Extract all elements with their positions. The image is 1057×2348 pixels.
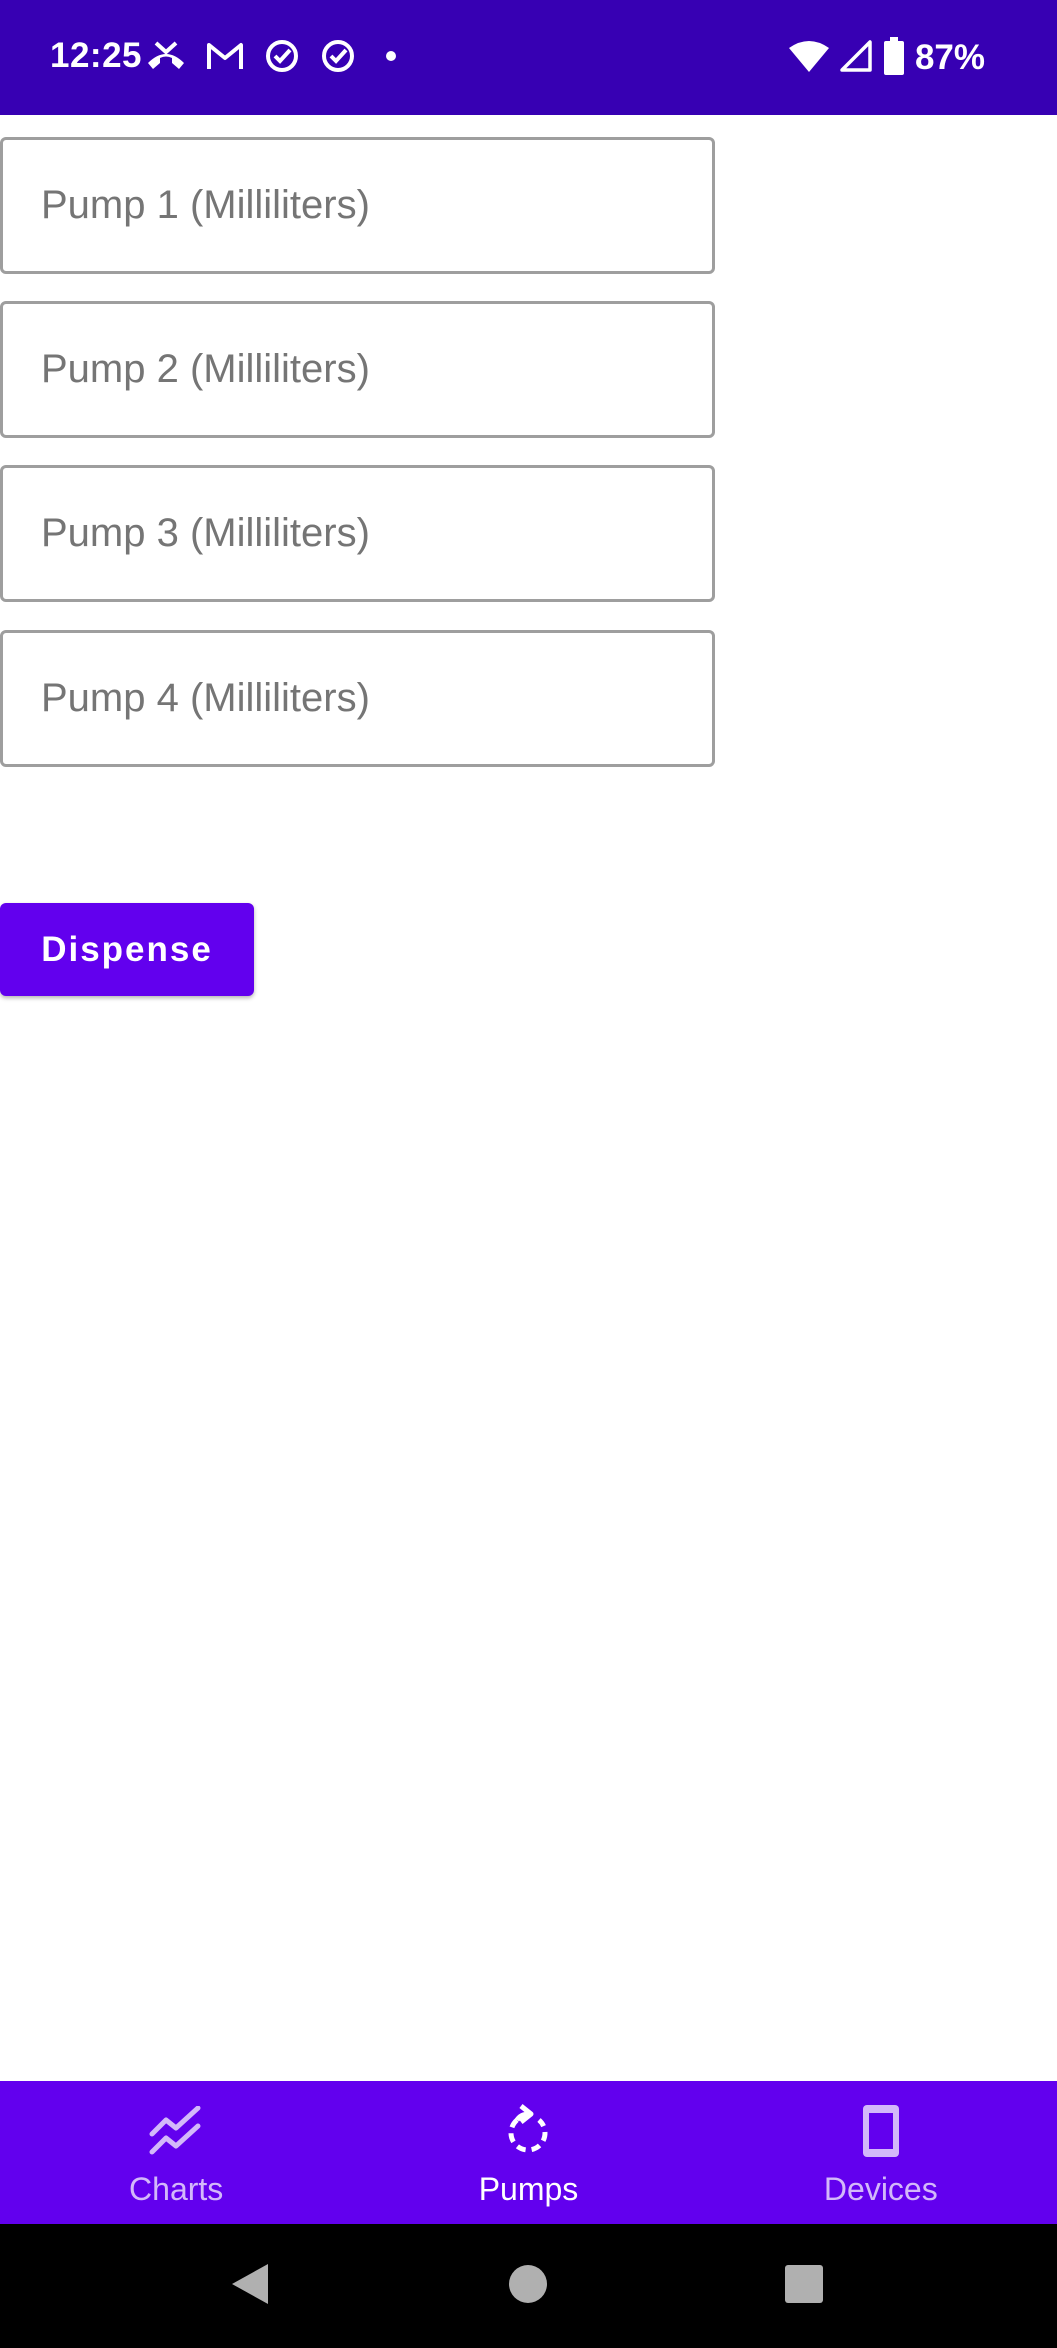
device-icon (851, 2101, 911, 2161)
nav-label-charts: Charts (129, 2171, 224, 2207)
status-bar: 12:25 87% (0, 0, 1057, 115)
home-icon (508, 2264, 548, 2309)
pump-2-input[interactable] (0, 301, 715, 438)
pump-3-input[interactable] (0, 465, 715, 602)
wifi-icon (788, 40, 829, 77)
chart-icon (146, 2101, 206, 2161)
missed-call-icon (146, 39, 186, 78)
recents-button[interactable] (744, 2224, 864, 2348)
back-icon (230, 2262, 270, 2311)
check-circle-icon (320, 38, 356, 79)
notification-icons (146, 36, 406, 80)
pump-4-input[interactable] (0, 630, 715, 767)
nav-item-pumps[interactable]: Pumps (352, 2081, 704, 2224)
home-button[interactable] (468, 2224, 588, 2348)
battery-percentage: 87% (914, 38, 985, 77)
gmail-icon (206, 41, 244, 76)
system-status-icons: 87% (788, 36, 985, 80)
nav-item-devices[interactable]: Devices (705, 2081, 1057, 2224)
battery-icon (883, 36, 905, 80)
check-circle-icon (264, 38, 300, 79)
back-button[interactable] (190, 2224, 310, 2348)
nav-item-charts[interactable]: Charts (0, 2081, 352, 2224)
nav-label-devices: Devices (823, 2171, 938, 2207)
system-navigation-bar (0, 2224, 1057, 2348)
pump-icon (498, 2101, 558, 2161)
cell-signal-icon (839, 39, 873, 78)
dispense-button[interactable]: Dispense (0, 903, 254, 996)
nav-label-pumps: Pumps (478, 2171, 579, 2207)
status-time: 12:25 (50, 36, 143, 75)
pump-1-input[interactable] (0, 137, 715, 274)
bottom-navigation: Charts Pumps Devices (0, 2081, 1057, 2224)
dot-icon (376, 41, 406, 76)
recents-icon (784, 2264, 824, 2309)
